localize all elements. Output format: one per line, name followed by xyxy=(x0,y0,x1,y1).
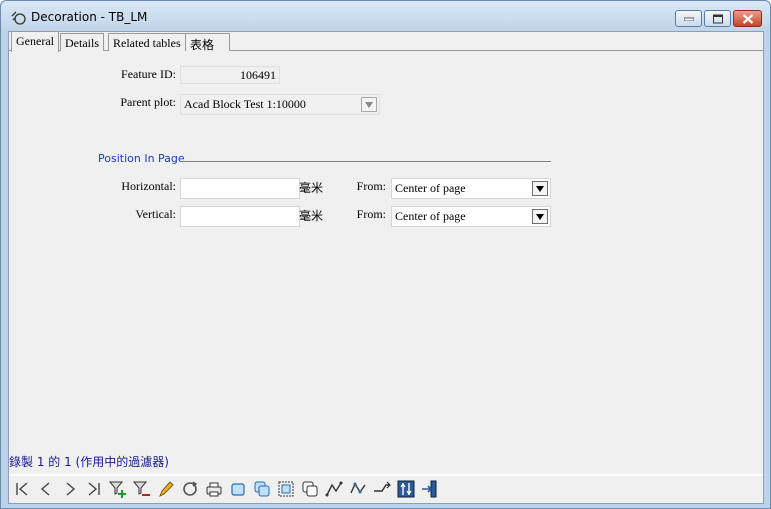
horizontal-label: Horizontal: xyxy=(121,179,176,193)
navigation-toolbar xyxy=(9,476,763,503)
vertical-unit: 毫米 xyxy=(299,209,324,223)
close-button[interactable] xyxy=(733,10,762,27)
horizontal-from-value: Center of page xyxy=(395,181,466,195)
status-bar: 錄製 1 的 1 (作用中的過濾器) xyxy=(9,452,763,472)
horizontal-from-label: From: xyxy=(356,179,386,193)
minimize-icon xyxy=(683,17,694,21)
vertical-from-select[interactable]: Center of page xyxy=(391,206,551,227)
parent-plot-dropdown-button[interactable] xyxy=(361,97,377,112)
maximize-button[interactable] xyxy=(704,10,731,27)
vertical-label: Vertical: xyxy=(135,207,176,221)
vertical-from-label: From: xyxy=(356,207,386,221)
minimize-button[interactable] xyxy=(675,10,702,27)
feature-id-field: 106491 xyxy=(180,66,280,84)
parent-plot-combo[interactable]: Acad Block Test 1:10000 xyxy=(180,94,380,115)
vertical-from-dropdown-button[interactable] xyxy=(532,209,548,224)
select-icon[interactable] xyxy=(228,479,248,499)
tab-details[interactable]: Details xyxy=(60,33,104,51)
window: Decoration - TB_LM General Details Relat… xyxy=(0,0,771,509)
window-title: Decoration - TB_LM xyxy=(31,10,148,24)
select-multiple-icon[interactable] xyxy=(252,479,272,499)
chevron-down-icon xyxy=(536,186,544,192)
decoration-app-icon xyxy=(10,10,26,26)
tab-general[interactable]: General xyxy=(11,31,59,52)
last-record-icon[interactable] xyxy=(84,479,104,499)
record-status-text: 錄製 1 的 1 (作用中的過濾器) xyxy=(9,455,169,469)
feature-id-label: Feature ID: xyxy=(121,67,176,81)
path-alt-icon[interactable] xyxy=(348,479,368,499)
section-divider xyxy=(181,161,551,162)
previous-record-icon[interactable] xyxy=(36,479,56,499)
next-record-icon[interactable] xyxy=(60,479,80,499)
form-client-area: General Details Related tables 表格 Featur… xyxy=(8,31,764,504)
maximize-icon xyxy=(712,14,723,23)
vertical-from-value: Center of page xyxy=(395,209,466,223)
copy-shape-icon[interactable] xyxy=(300,479,320,499)
edit-pencil-icon[interactable] xyxy=(156,479,176,499)
tab-table[interactable]: 表格 xyxy=(185,33,230,52)
route-icon[interactable] xyxy=(372,479,392,499)
refresh-icon[interactable] xyxy=(180,479,200,499)
horizontal-from-dropdown-button[interactable] xyxy=(532,181,548,196)
title-bar[interactable]: Decoration - TB_LM xyxy=(1,1,770,31)
horizontal-unit: 毫米 xyxy=(299,181,324,195)
path-icon[interactable] xyxy=(324,479,344,499)
parent-plot-value: Acad Block Test 1:10000 xyxy=(184,97,306,111)
parent-plot-label: Parent plot: xyxy=(120,95,176,109)
first-record-icon[interactable] xyxy=(12,479,32,499)
print-icon[interactable] xyxy=(204,479,224,499)
pin-icon[interactable] xyxy=(420,479,440,499)
section-title-position: Position In Page xyxy=(98,152,185,165)
chevron-down-icon xyxy=(365,102,373,108)
tab-strip: General Details Related tables 表格 xyxy=(9,31,763,52)
add-filter-icon[interactable] xyxy=(108,479,128,499)
zoom-select-icon[interactable] xyxy=(276,479,296,499)
tab-related-tables[interactable]: Related tables xyxy=(108,33,186,51)
horizontal-input[interactable] xyxy=(180,178,300,199)
horizontal-from-select[interactable]: Center of page xyxy=(391,178,551,199)
columns-icon[interactable] xyxy=(396,479,416,499)
chevron-down-icon xyxy=(536,214,544,220)
remove-filter-icon[interactable] xyxy=(132,479,152,499)
vertical-input[interactable] xyxy=(180,206,300,227)
close-icon xyxy=(742,13,753,24)
